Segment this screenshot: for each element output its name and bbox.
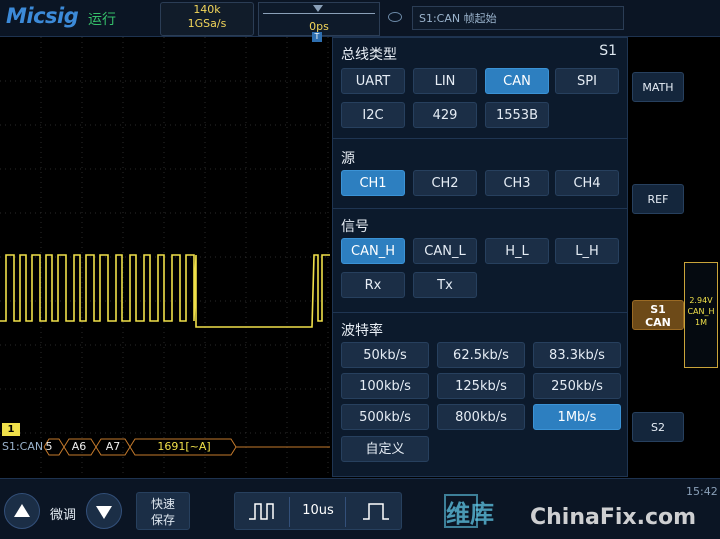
baud-1m[interactable]: 1Mb/s [533, 404, 621, 430]
bus-type-i2c[interactable]: I2C [341, 102, 405, 128]
acquisition-info[interactable]: 140k 1GSa/s [160, 2, 254, 36]
bus-type-section: 总线类型 S1 UART LIN CAN SPI I2C 429 1553B [333, 38, 627, 139]
arrow-up-icon [14, 504, 30, 517]
section-title: 波特率 [341, 323, 383, 339]
save-line1: 快速 [150, 497, 175, 511]
trigger-position-bar[interactable]: 0ps [258, 2, 380, 36]
bus-type-1553b[interactable]: 1553B [485, 102, 549, 128]
timebase-increase-icon[interactable] [361, 501, 391, 521]
ch-signal: CAN_H [687, 307, 715, 316]
source-ch2[interactable]: CH2 [413, 170, 477, 196]
ch1-marker[interactable]: 1 [2, 423, 20, 436]
section-title: 信号 [341, 219, 369, 235]
bus-type-spi[interactable]: SPI [555, 68, 619, 94]
bus-type-429[interactable]: 429 [413, 102, 477, 128]
math-button[interactable]: MATH [632, 72, 684, 102]
eye-icon[interactable] [388, 12, 402, 22]
bus-settings-panel: 总线类型 S1 UART LIN CAN SPI I2C 429 1553B 源… [332, 37, 628, 477]
signal-rx[interactable]: Rx [341, 272, 405, 298]
ch-voltage: 2.94V [689, 296, 713, 305]
signal-section: 信号 CAN_H CAN_L H_L L_H Rx Tx [333, 208, 627, 313]
timebase-decrease-icon[interactable] [247, 501, 277, 521]
signal-tx[interactable]: Tx [413, 272, 477, 298]
clock: 15:42 [686, 485, 718, 498]
top-status-bar: Micsig 运行 140k 1GSa/s 0ps S1:CAN 帧起始 [0, 0, 720, 37]
s1-protocol: CAN [645, 316, 671, 329]
ch1-trace [0, 254, 330, 328]
s1-label: S1 [650, 303, 666, 316]
fine-up-button[interactable] [4, 493, 40, 529]
ref-button[interactable]: REF [632, 184, 684, 214]
trigger-marker[interactable]: T [312, 32, 322, 42]
waveform-svg [0, 37, 330, 477]
bus-label: S1:CAN [2, 440, 44, 453]
baud-rate-section: 波特率 50kb/s 62.5kb/s 83.3kb/s 100kb/s 125… [333, 312, 627, 476]
bus-type-lin[interactable]: LIN [413, 68, 477, 94]
source-ch3[interactable]: CH3 [485, 170, 549, 196]
baud-50k[interactable]: 50kb/s [341, 342, 429, 368]
run-state-indicator[interactable]: 运行 [88, 9, 116, 29]
bus-segment: 1691[~A] [157, 440, 211, 453]
s1-can-button[interactable]: S1 CAN [632, 300, 684, 330]
fine-down-button[interactable] [86, 493, 122, 529]
s2-button[interactable]: S2 [632, 412, 684, 442]
bus-type-uart[interactable]: UART [341, 68, 405, 94]
arrow-down-icon [96, 506, 112, 519]
brand-logo: Micsig [6, 4, 79, 28]
signal-l-h[interactable]: L_H [555, 238, 619, 264]
sample-rate: 1GSa/s [187, 17, 227, 30]
watermark-text: 维库 [446, 500, 494, 528]
bus-segment: 5 [45, 440, 53, 453]
section-title: 源 [341, 151, 355, 167]
memory-depth: 140k [193, 3, 221, 16]
timebase-control: 10us [234, 492, 402, 530]
baud-100k[interactable]: 100kb/s [341, 373, 429, 399]
bus-slot-label: S1 [599, 43, 617, 59]
waveform-display[interactable] [0, 37, 330, 477]
save-line2: 保存 [150, 513, 175, 527]
baud-custom[interactable]: 自定义 [341, 436, 429, 462]
section-title: 总线类型 [341, 47, 397, 63]
baud-250k[interactable]: 250kb/s [533, 373, 621, 399]
bus-type-can[interactable]: CAN [485, 68, 549, 94]
baud-125k[interactable]: 125kb/s [437, 373, 525, 399]
ch-baud: 1M [695, 318, 707, 327]
baud-500k[interactable]: 500kb/s [341, 404, 429, 430]
bus-segment: A6 [71, 440, 87, 453]
source-ch4[interactable]: CH4 [555, 170, 619, 196]
trigger-position-icon [313, 5, 323, 12]
channel-info-panel[interactable]: 2.94V CAN_H 1M [684, 262, 718, 368]
source-ch1[interactable]: CH1 [341, 170, 405, 196]
trigger-description[interactable]: S1:CAN 帧起始 [412, 6, 624, 30]
source-section: 源 CH1 CH2 CH3 CH4 [333, 138, 627, 209]
bus-segment: A7 [105, 440, 121, 453]
bus-decode-row: S1:CAN 5 A6 A7 1691[~A] [0, 438, 330, 456]
timebase-value[interactable]: 10us [293, 493, 343, 529]
signal-can-h[interactable]: CAN_H [341, 238, 405, 264]
signal-h-l[interactable]: H_L [485, 238, 549, 264]
fine-adjust-label: 微调 [50, 508, 77, 523]
quick-save-button[interactable]: 快速 保存 [136, 492, 190, 530]
signal-can-l[interactable]: CAN_L [413, 238, 477, 264]
watermark-url: ChinaFix.com [530, 505, 697, 530]
baud-83-3k[interactable]: 83.3kb/s [533, 342, 621, 368]
baud-62-5k[interactable]: 62.5kb/s [437, 342, 525, 368]
baud-800k[interactable]: 800kb/s [437, 404, 525, 430]
